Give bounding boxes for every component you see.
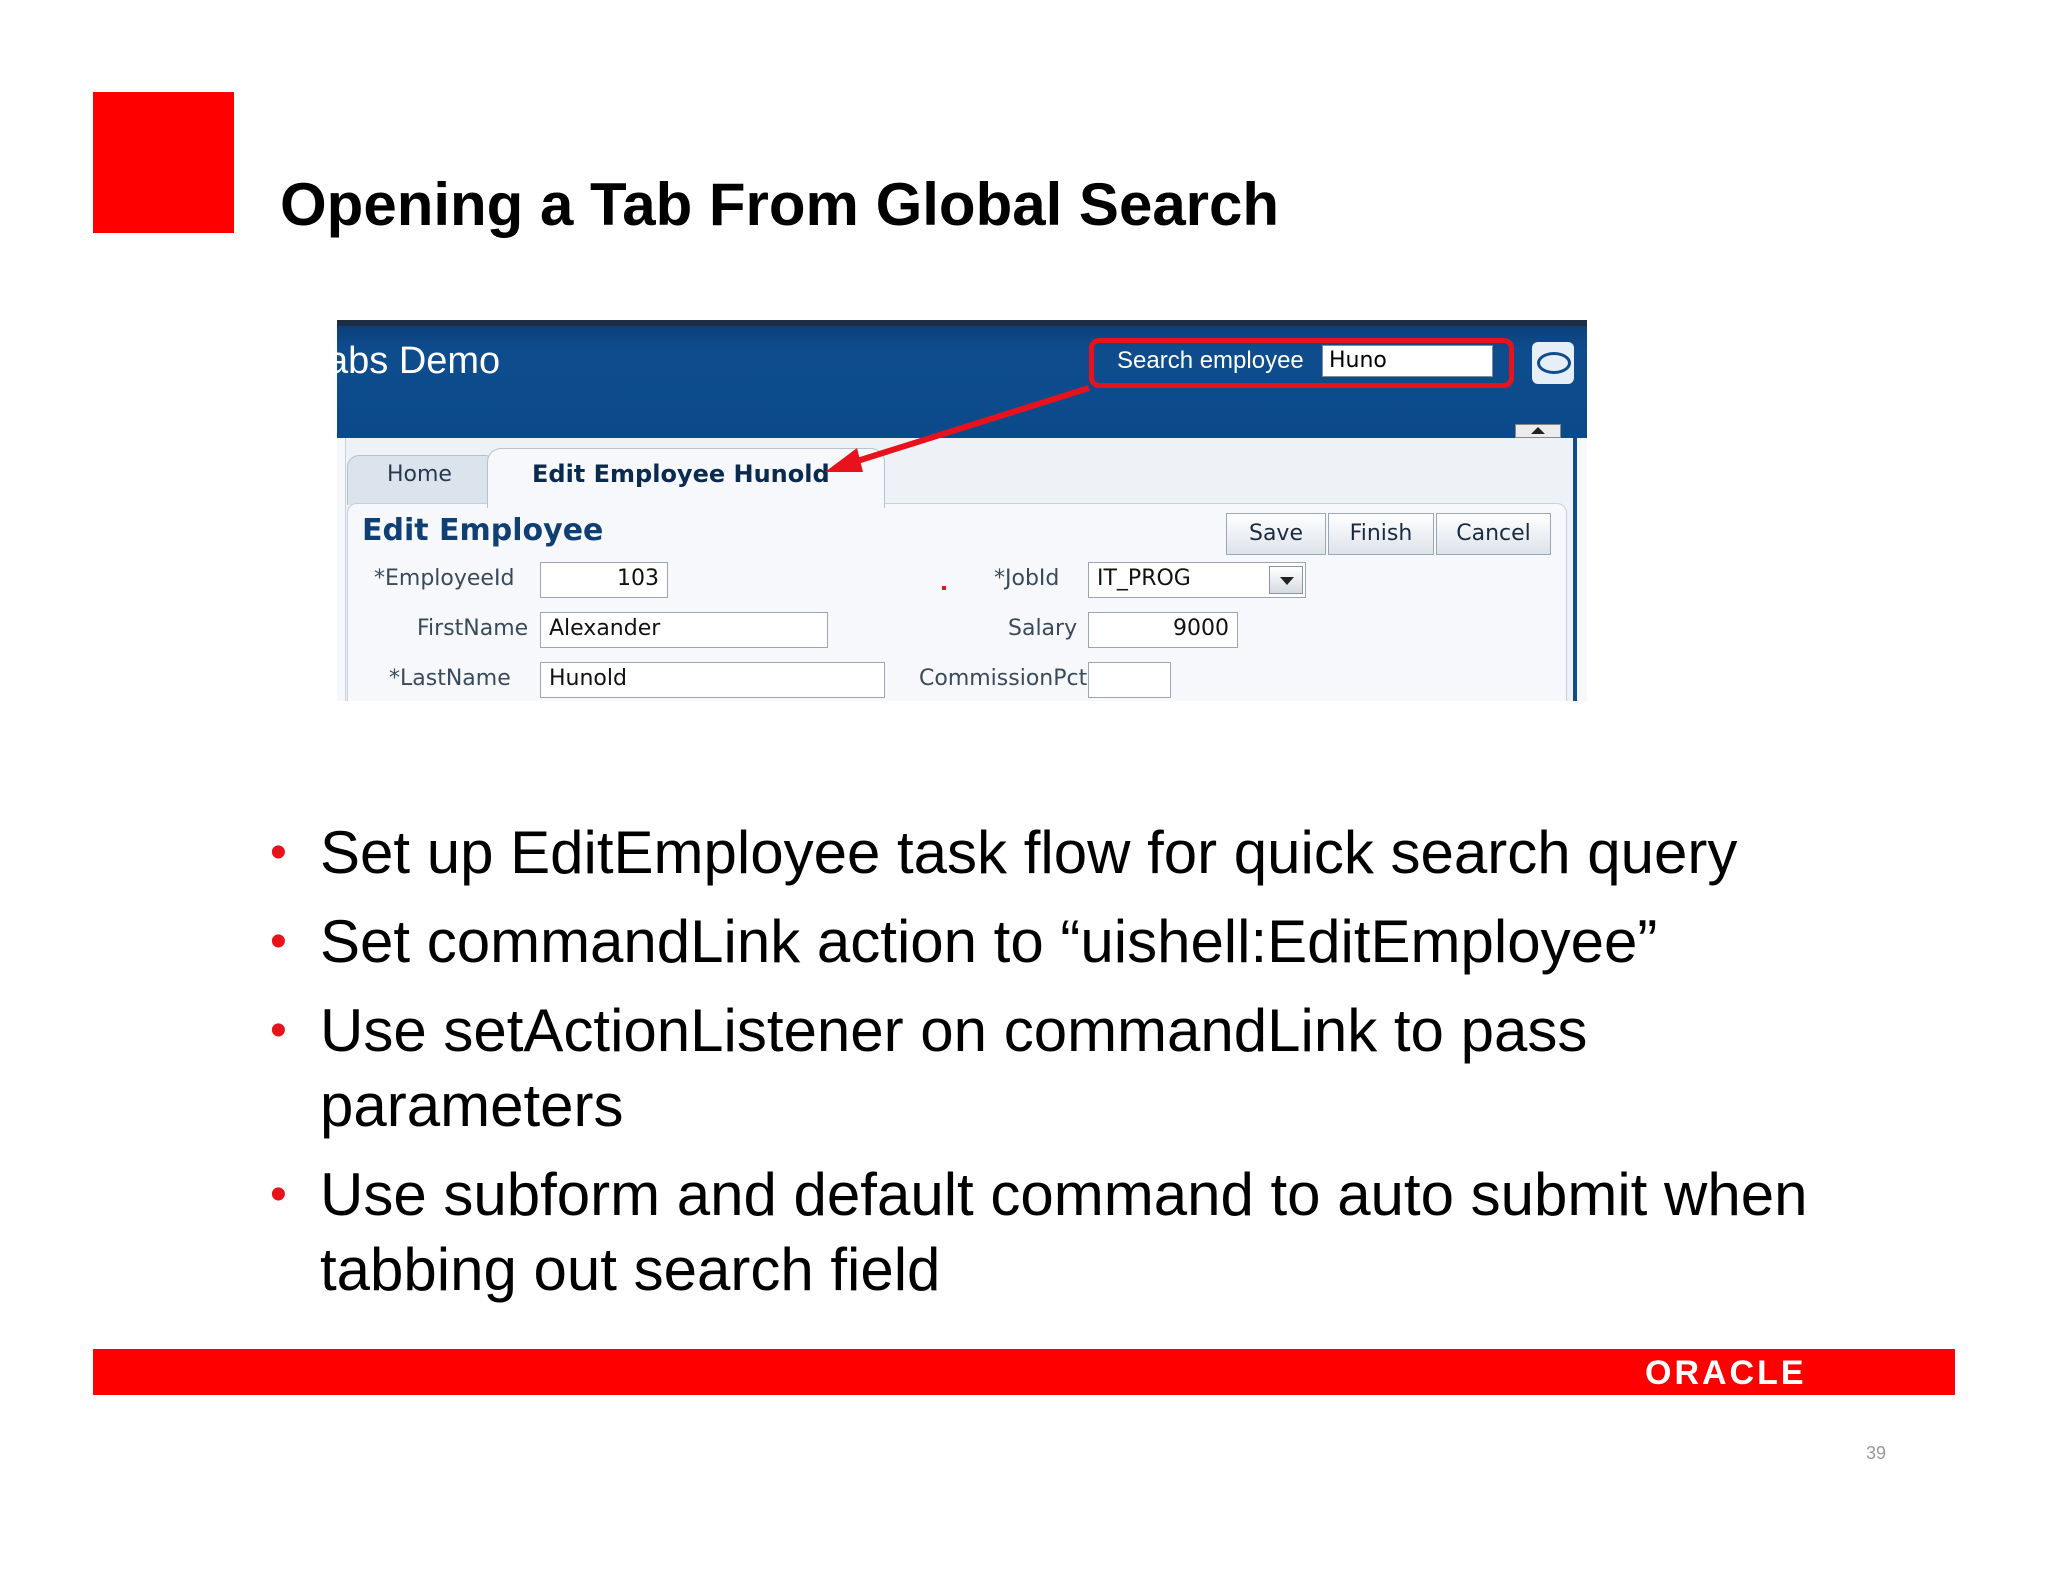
bullet-item: • Use subform and default command to auto…: [270, 1157, 1820, 1307]
app-screenshot: abs Demo Search employee Huno Home Edit …: [337, 320, 1587, 701]
bullet-list: • Set up EditEmployee task flow for quick…: [270, 815, 1820, 1321]
slide-title: Opening a Tab From Global Search: [280, 171, 1280, 238]
callout-arrow-head: [825, 448, 863, 472]
page-number: 39: [1866, 1443, 1887, 1463]
callout-arrow: [825, 385, 1090, 472]
bullet-text: Use setActionListener on commandLink to …: [320, 997, 1588, 1139]
bullet-icon: •: [270, 1004, 287, 1057]
brand-square: [93, 92, 234, 233]
oracle-logo-text: ORACLE: [1645, 1354, 1807, 1392]
bullet-icon: •: [270, 915, 287, 968]
bullet-item: • Use setActionListener on commandLink to…: [270, 993, 1820, 1143]
oracle-logo: ORACLE: [1645, 1354, 1807, 1393]
bullet-text: Set up EditEmployee task flow for quick …: [320, 819, 1738, 886]
bullet-text: Use subform and default command to auto …: [320, 1161, 1808, 1303]
bullet-icon: •: [270, 1168, 287, 1221]
bullet-text: Set commandLink action to “uishell:EditE…: [320, 908, 1658, 975]
callout-arrow-line: [834, 385, 1090, 471]
bullet-icon: •: [270, 826, 287, 879]
bullet-item: • Set commandLink action to “uishell:Edit…: [270, 904, 1820, 979]
bullet-item: • Set up EditEmployee task flow for quick…: [270, 815, 1820, 890]
